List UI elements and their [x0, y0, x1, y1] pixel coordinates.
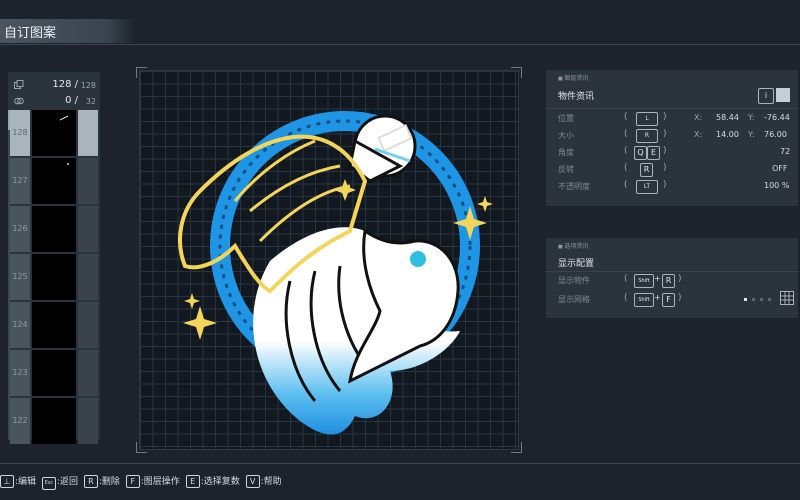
- layer-thumbnail: [32, 398, 76, 444]
- layer-number: 125: [10, 254, 30, 300]
- layer-thumbnail: [32, 350, 76, 396]
- flip-row: 反转 ( R ) OFF: [558, 163, 794, 177]
- layer-item[interactable]: 122: [8, 398, 100, 444]
- panel-title: 物件资讯: [558, 92, 595, 102]
- size-row: 大小 ( R ) X: 14.00 Y: 76.00: [558, 129, 794, 143]
- sparkle-shape: [183, 306, 217, 340]
- v-key: V: [245, 475, 260, 488]
- trigger-icon: LT: [636, 180, 658, 194]
- rstick-icon: R: [636, 129, 658, 143]
- q-key: Q: [634, 146, 647, 160]
- e-key: E: [647, 146, 660, 160]
- group-max: 32: [85, 97, 96, 106]
- page-dot: [752, 298, 755, 301]
- layers-icon: [14, 80, 24, 89]
- color-swatch[interactable]: [776, 88, 790, 102]
- layer-count: 128 /: [52, 79, 78, 90]
- top-divider: [0, 44, 800, 45]
- gem-shape: [410, 251, 426, 267]
- layer-number: 124: [10, 302, 30, 348]
- opacity-row: 不透明度 ( LT ) 100 %: [558, 180, 794, 194]
- r-key: R: [662, 274, 675, 288]
- r-key: R: [83, 475, 98, 488]
- position-row: 位置 ( L ) X: 58.44 Y: -76.44: [558, 112, 794, 126]
- hint-multi-select[interactable]: E:选择复数: [185, 474, 240, 488]
- layer-item[interactable]: 127: [8, 158, 100, 204]
- esc-key: Esc: [41, 477, 56, 490]
- layer-panel: 128 / 128 0 / 32 128 127 126 125 124 123…: [8, 72, 100, 444]
- layer-counter: 128 / 128: [8, 78, 100, 94]
- layer-item[interactable]: 126: [8, 206, 100, 252]
- layer-item[interactable]: 125: [8, 254, 100, 300]
- hint-edit[interactable]: ⊥:编辑: [0, 474, 36, 488]
- layer-number: 127: [10, 158, 30, 204]
- layer-number: 123: [10, 350, 30, 396]
- lstick-icon: L: [636, 112, 658, 126]
- layer-item[interactable]: 124: [8, 302, 100, 348]
- object-info-panel: 图层资讯 物件资讯 i 位置 ( L ) X: 58.44 Y: -76.44 …: [546, 70, 798, 206]
- hint-back[interactable]: Esc:返回: [41, 474, 78, 490]
- title-bar: 自订图案: [0, 19, 135, 43]
- e-key: E: [185, 475, 200, 488]
- layer-thumbnail: [32, 254, 76, 300]
- info-icon[interactable]: i: [758, 88, 774, 104]
- page-title: 自订图案: [4, 26, 57, 41]
- panel-tag: 选项资讯: [558, 241, 588, 250]
- group-counter: 0 / 32: [8, 94, 100, 110]
- layer-thumbnail: [32, 302, 76, 348]
- group-count: 0 /: [65, 95, 78, 106]
- layer-item[interactable]: 123: [8, 350, 100, 396]
- layer-number: 128: [10, 110, 30, 156]
- panel-tag: 图层资讯: [558, 73, 588, 82]
- show-grid-row[interactable]: 显示网格 ( Shift + F ): [558, 291, 794, 307]
- r-key: R: [640, 163, 653, 177]
- page-dot: [768, 298, 771, 301]
- dpad-icon: ⊥: [0, 475, 14, 488]
- angle-row: 角度 ( Q E ) 72: [558, 146, 794, 160]
- layer-thumbnail: [32, 110, 76, 156]
- layer-item[interactable]: 128: [8, 110, 100, 156]
- page-dot: [760, 298, 763, 301]
- layer-thumbnail: [32, 206, 76, 252]
- hint-layer-ops[interactable]: F:图层操作: [125, 474, 180, 488]
- control-hints: ⊥:编辑 Esc:返回 R:删除 F:图层操作 E:选择复数 V:帮助: [0, 474, 285, 490]
- f-key: F: [125, 475, 140, 488]
- shift-key: Shift: [634, 274, 654, 288]
- panel-title: 显示配置: [558, 259, 595, 269]
- shift-key: Shift: [634, 293, 654, 307]
- link-icon: [14, 97, 24, 105]
- emblem-canvas[interactable]: [136, 67, 522, 453]
- grid-icon[interactable]: [780, 291, 794, 305]
- page-dot-active: [744, 298, 747, 301]
- display-panel: 选项资讯 显示配置 显示物件 ( Shift + R ) 显示网格 ( Shif…: [546, 238, 798, 318]
- layer-thumbnail: [32, 158, 76, 204]
- emblem-artwork: [178, 108, 493, 435]
- layer-number: 122: [10, 398, 30, 444]
- show-objects-row[interactable]: 显示物件 ( Shift + R ): [558, 274, 794, 288]
- layer-max: 128: [80, 81, 96, 90]
- f-key: F: [662, 293, 675, 307]
- hint-help[interactable]: V:帮助: [245, 474, 282, 488]
- layer-number: 126: [10, 206, 30, 252]
- hint-delete[interactable]: R:删除: [83, 474, 120, 488]
- bottom-divider: [0, 463, 800, 464]
